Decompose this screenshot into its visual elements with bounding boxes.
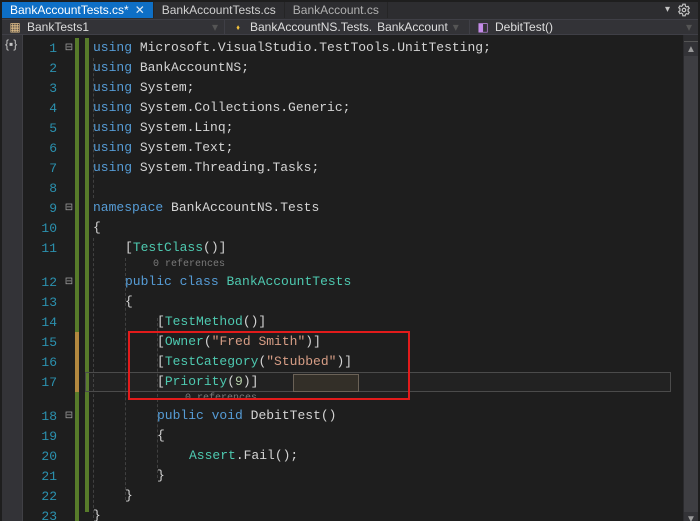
close-icon[interactable]: ✕ (135, 5, 145, 15)
nav-member-label: DebitTest() (495, 20, 553, 34)
outline-toggle-icon[interactable]: {▪} (5, 37, 17, 51)
line-number[interactable]: 16 (23, 355, 63, 370)
tab-overflow-icon[interactable]: ▾ (665, 5, 670, 15)
code-lens[interactable]: 0 references (85, 258, 683, 272)
modification-indicator (75, 98, 79, 118)
line-number[interactable]: 23 (23, 509, 63, 521)
modification-indicator (75, 372, 79, 392)
tab-bankaccounttests[interactable]: BankAccountTests.cs (154, 2, 285, 18)
line-number[interactable]: 22 (23, 489, 63, 504)
line-number[interactable]: 7 (23, 161, 63, 176)
keyword: using (93, 40, 132, 55)
line-number[interactable]: 6 (23, 141, 63, 156)
nav-project-label: BankTests1 (27, 20, 89, 34)
tab-label: BankAccountTests.cs (162, 3, 276, 17)
modification-indicator (75, 198, 79, 218)
split-grip[interactable] (684, 35, 698, 42)
line-number[interactable]: 8 (23, 181, 63, 196)
breakpoint-margin[interactable]: {▪} (2, 35, 23, 521)
line-number[interactable]: 5 (23, 121, 63, 136)
modification-indicator (75, 506, 79, 521)
line-number[interactable]: 11 (23, 241, 63, 256)
modification-indicator (75, 258, 79, 272)
line-number[interactable]: 15 (23, 335, 63, 350)
nav-class-prefix: BankAccountNS.Tests. (250, 20, 372, 34)
fold-toggle-icon[interactable]: ⊟ (63, 410, 75, 422)
line-number-gutter[interactable]: 1⊟23456789⊟101112⊟131415161718⊟192021222… (23, 35, 85, 521)
code-text: Microsoft.VisualStudio.TestTools.UnitTes… (132, 40, 491, 55)
line-number[interactable]: 13 (23, 295, 63, 310)
modification-indicator (75, 238, 79, 258)
line-number[interactable]: 18 (23, 409, 63, 424)
modification-indicator (75, 138, 79, 158)
modification-indicator (75, 78, 79, 98)
line-number[interactable]: 21 (23, 469, 63, 484)
fold-toggle-icon[interactable]: ⊟ (63, 42, 75, 54)
line-number[interactable]: 1 (23, 41, 63, 56)
tab-label: BankAccountTests.cs* (10, 3, 129, 17)
line-number[interactable]: 14 (23, 315, 63, 330)
scroll-up-icon[interactable]: ▲ (684, 42, 698, 56)
modification-indicator (75, 486, 79, 506)
modification-indicator (75, 352, 79, 372)
chevron-down-icon: ▾ (212, 20, 218, 34)
modification-indicator (75, 158, 79, 178)
method-icon: ◧ (476, 20, 490, 34)
modification-indicator (75, 466, 79, 486)
line-number[interactable]: 12 (23, 275, 63, 290)
project-icon: ▦ (8, 20, 22, 34)
code-editor[interactable]: {▪} 1⊟23456789⊟101112⊟131415161718⊟19202… (2, 35, 698, 521)
modification-indicator (75, 392, 79, 406)
modification-indicator (75, 118, 79, 138)
modification-indicator (75, 426, 79, 446)
scroll-down-icon[interactable]: ▼ (684, 512, 698, 521)
nav-member-dropdown[interactable]: ◧ DebitTest() ▾ (470, 20, 698, 34)
modification-indicator (75, 292, 79, 312)
chevron-down-icon: ▾ (453, 20, 459, 34)
tab-bankaccounttests-modified[interactable]: BankAccountTests.cs* ✕ (2, 2, 154, 18)
modification-indicator (75, 332, 79, 352)
class-icon: ⬪ (231, 20, 245, 34)
fold-toggle-icon[interactable]: ⊟ (63, 276, 75, 288)
modification-indicator (75, 446, 79, 466)
modification-indicator (75, 58, 79, 78)
modification-indicator (75, 218, 79, 238)
nav-class-dropdown[interactable]: ⬪ BankAccountNS.Tests. BankAccount ▾ (225, 20, 470, 34)
modification-indicator (75, 178, 79, 198)
chevron-down-icon: ▾ (686, 20, 692, 34)
modification-indicator (75, 312, 79, 332)
line-number[interactable]: 4 (23, 101, 63, 116)
code-lens[interactable]: 0 references (85, 392, 683, 406)
line-number[interactable]: 3 (23, 81, 63, 96)
modification-indicator (75, 38, 79, 58)
modification-indicator (75, 406, 79, 426)
line-number[interactable]: 10 (23, 221, 63, 236)
code-navigation-bar: ▦ BankTests1 ▾ ⬪ BankAccountNS.Tests. Ban… (2, 19, 698, 35)
tab-label: BankAccount.cs (293, 3, 379, 17)
line-number[interactable]: 2 (23, 61, 63, 76)
line-number[interactable]: 17 (23, 375, 63, 390)
line-number[interactable]: 9 (23, 201, 63, 216)
tab-bankaccount[interactable]: BankAccount.cs (285, 2, 388, 18)
nav-class-name: BankAccount (377, 20, 448, 34)
gear-icon[interactable] (676, 2, 692, 18)
code-area[interactable]: using Microsoft.VisualStudio.TestTools.U… (85, 35, 683, 521)
vertical-scrollbar[interactable]: ▲ ▼ (683, 35, 698, 521)
fold-toggle-icon[interactable]: ⊟ (63, 202, 75, 214)
modification-indicator (75, 272, 79, 292)
nav-project-dropdown[interactable]: ▦ BankTests1 ▾ (2, 20, 225, 34)
tab-strip: BankAccountTests.cs* ✕ BankAccountTests.… (2, 2, 698, 19)
line-number[interactable]: 19 (23, 429, 63, 444)
line-number[interactable]: 20 (23, 449, 63, 464)
